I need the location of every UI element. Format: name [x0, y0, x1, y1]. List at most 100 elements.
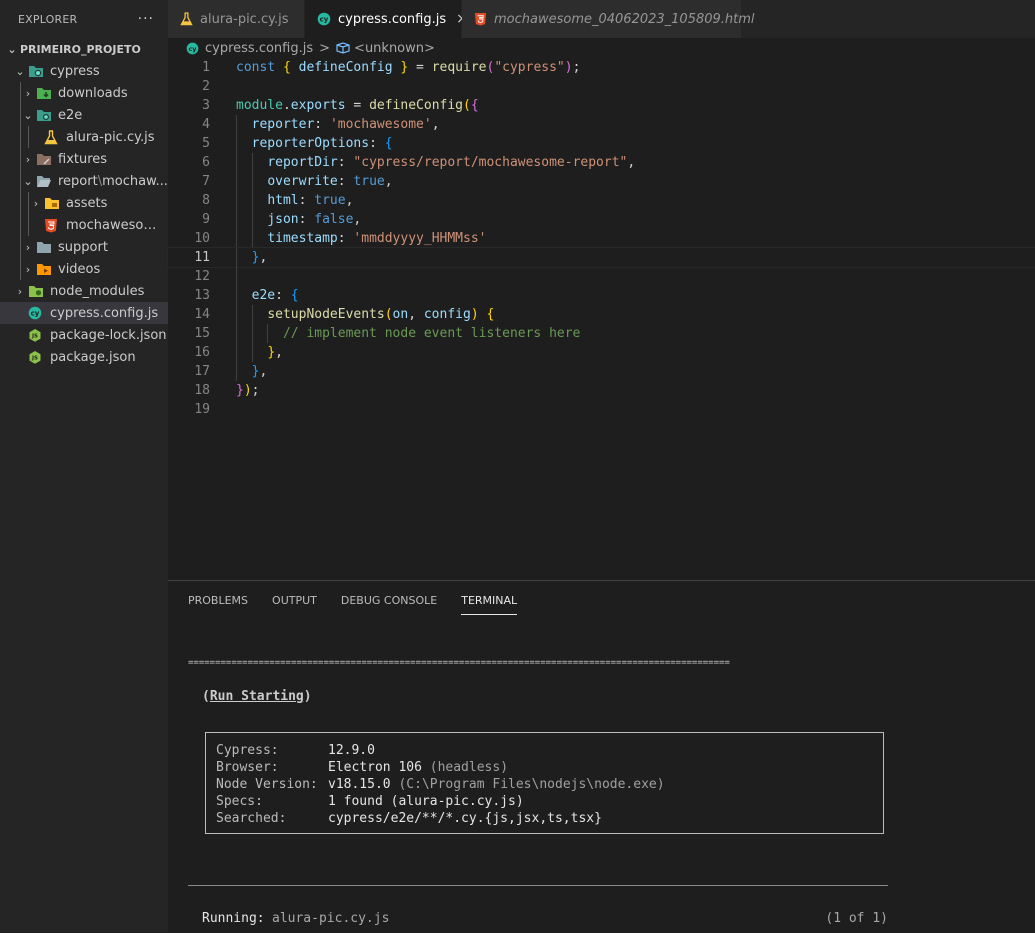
- html5-icon: [474, 12, 487, 26]
- cypress-icon: cy: [186, 42, 199, 55]
- more-actions-icon[interactable]: ···: [138, 11, 154, 27]
- tree-item-package-lock[interactable]: JS package-lock.json: [0, 324, 168, 346]
- bottom-panel: PROBLEMS OUTPUT DEBUG CONSOLE TERMINAL =…: [168, 580, 1035, 933]
- fixtures-folder-icon: [36, 152, 54, 166]
- tree-item-alura-pic-spec[interactable]: alura-pic.cy.js: [0, 126, 168, 148]
- tab-terminal[interactable]: TERMINAL: [461, 581, 517, 619]
- tree-item-label: downloads: [58, 85, 128, 101]
- cypress-icon: cy: [317, 12, 331, 26]
- code-text: overwrite: true,: [267, 174, 393, 189]
- line-number: 15: [194, 326, 210, 341]
- code-line[interactable]: 10 timestamp: 'mmddyyyy_HHMMss': [168, 229, 1035, 248]
- tree-item-downloads[interactable]: › downloads: [0, 82, 168, 104]
- breadcrumb-separator: >: [319, 40, 331, 56]
- tree-item-package-json[interactable]: JS package.json: [0, 346, 168, 368]
- code-line[interactable]: 4 reporter: 'mochawesome',: [168, 115, 1035, 134]
- code-line[interactable]: 17 },: [168, 362, 1035, 381]
- line-number: 3: [202, 98, 210, 113]
- code-line[interactable]: 12: [168, 267, 1035, 286]
- chevron-right-icon: ›: [25, 152, 31, 166]
- tree-item-support[interactable]: › support: [0, 236, 168, 258]
- running-line: Running: alura-pic.cy.js (1 of 1): [202, 911, 888, 926]
- e2e-folder-icon: [36, 108, 54, 122]
- info-row: Node Version: v18.15.0 (C:\Program Files\…: [216, 777, 665, 792]
- chevron-down-icon: ⌄: [23, 174, 33, 188]
- line-number: 2: [202, 79, 210, 94]
- tree-item-videos[interactable]: › videos: [0, 258, 168, 280]
- chevron-down-icon: ⌄: [23, 108, 33, 122]
- line-number: 9: [202, 212, 210, 227]
- svg-text:JS: JS: [31, 355, 38, 361]
- tree-item-e2e[interactable]: ⌄ e2e: [0, 104, 168, 126]
- code-editor[interactable]: 1 const { defineConfig } = require("cypre…: [167, 58, 1035, 580]
- code-line[interactable]: 6 reportDir: "cypress/report/mochawesome…: [168, 153, 1035, 172]
- tab-debug-console[interactable]: DEBUG CONSOLE: [341, 581, 437, 619]
- tree-item-mochawesome-html[interactable]: mochawesome...: [0, 214, 168, 236]
- tab-cypress-config[interactable]: cy cypress.config.js ×: [305, 0, 468, 38]
- project-section[interactable]: ⌄ PRIMEIRO_PROJETO: [0, 38, 168, 60]
- code-line[interactable]: 15 // implement node event listeners her…: [168, 324, 1035, 343]
- code-text: },: [267, 345, 283, 360]
- cypress-icon: cy: [28, 306, 46, 320]
- breadcrumb-file[interactable]: cypress.config.js: [205, 41, 313, 56]
- line-number: 12: [194, 269, 210, 284]
- info-row: Cypress: 12.9.0: [216, 743, 375, 758]
- folder-icon: [36, 240, 54, 254]
- line-number: 17: [194, 364, 210, 379]
- code-line[interactable]: 11 },: [167, 247, 1035, 268]
- line-number: 1: [202, 60, 210, 75]
- code-line[interactable]: 3 module.exports = defineConfig({: [168, 96, 1035, 115]
- line-number: 19: [194, 402, 210, 417]
- tab-label: alura-pic.cy.js: [200, 11, 289, 27]
- info-row: Specs: 1 found (alura-pic.cy.js): [216, 794, 524, 809]
- tree-item-cypress[interactable]: ⌄ cypress: [0, 60, 168, 82]
- code-line[interactable]: 5 reporterOptions: {: [168, 134, 1035, 153]
- code-line[interactable]: 19: [168, 400, 1035, 419]
- tree-item-label: assets: [66, 195, 108, 211]
- code-line[interactable]: 13 e2e: {: [168, 286, 1035, 305]
- code-line[interactable]: 2: [168, 77, 1035, 96]
- tab-problems[interactable]: PROBLEMS: [188, 581, 248, 619]
- code-text: // implement node event listeners here: [282, 326, 581, 341]
- code-text: reporter: 'mochawesome',: [251, 117, 440, 132]
- tab-output[interactable]: OUTPUT: [272, 581, 317, 619]
- chevron-right-icon: ›: [17, 284, 23, 298]
- tree-item-report[interactable]: ⌄ report\mochaw...: [0, 170, 168, 192]
- code-line[interactable]: 1 const { defineConfig } = require("cypre…: [168, 58, 1035, 77]
- chevron-right-icon: ›: [25, 86, 31, 100]
- downloads-folder-icon: [36, 86, 54, 100]
- line-number: 13: [194, 288, 210, 303]
- chevron-right-icon: ›: [25, 262, 31, 276]
- svg-text:JS: JS: [31, 333, 38, 339]
- terminal-divider: [188, 885, 888, 886]
- tree-item-label: support: [58, 239, 108, 255]
- chevron-down-icon: ⌄: [15, 64, 25, 78]
- code-line[interactable]: 8 html: true,: [168, 191, 1035, 210]
- editor-tabs: alura-pic.cy.js cy cypress.config.js × m…: [168, 0, 1035, 38]
- run-starting-heading: (Run Starting): [202, 689, 312, 704]
- tree-item-assets[interactable]: › assets: [0, 192, 168, 214]
- code-line[interactable]: 18});: [168, 381, 1035, 400]
- svg-text:cy: cy: [31, 310, 40, 318]
- breadcrumb-symbol[interactable]: <unknown>: [354, 41, 435, 56]
- tab-alura-pic[interactable]: alura-pic.cy.js: [168, 0, 305, 38]
- tab-label: mochawesome_04062023_105809.html: [494, 11, 755, 27]
- tree-item-node-modules[interactable]: › node_modules: [0, 280, 168, 302]
- line-number: 10: [194, 231, 210, 246]
- line-number: 4: [202, 117, 210, 132]
- running-file: alura-pic.cy.js: [272, 911, 390, 926]
- folder-open-icon: [36, 174, 54, 188]
- code-text: module.exports = defineConfig({: [236, 98, 479, 113]
- tree-item-label: cypress.config.js: [50, 305, 159, 321]
- code-line[interactable]: 7 overwrite: true,: [168, 172, 1035, 191]
- nodejs-icon: JS: [28, 350, 46, 365]
- tree-item-fixtures[interactable]: › fixtures: [0, 148, 168, 170]
- tab-mochawesome-html[interactable]: mochawesome_04062023_105809.html: [462, 0, 755, 38]
- code-line[interactable]: 14 setupNodeEvents(on, config) {: [168, 305, 1035, 324]
- tree-item-cypress-config[interactable]: cy cypress.config.js: [0, 302, 168, 324]
- tree-item-label: fixtures: [58, 151, 108, 167]
- svg-text:cy: cy: [188, 44, 197, 52]
- code-line[interactable]: 9 json: false,: [168, 210, 1035, 229]
- code-line[interactable]: 16 },: [168, 343, 1035, 362]
- info-row: Browser: Electron 106 (headless): [216, 760, 509, 775]
